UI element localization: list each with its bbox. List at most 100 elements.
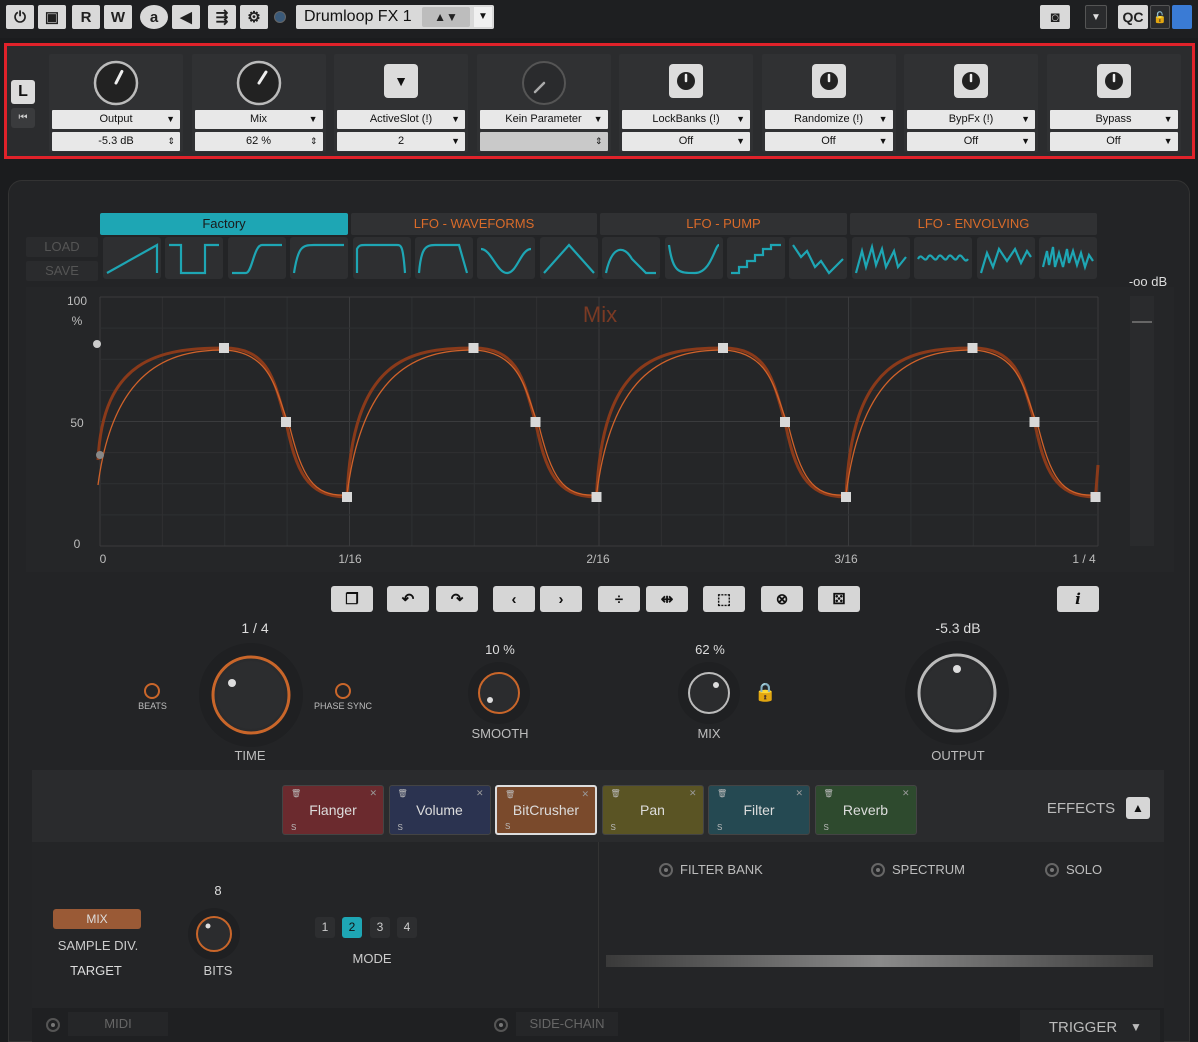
mode-4-button[interactable]: 4 [397,917,417,938]
solo-icon[interactable]: S [717,823,722,832]
curve-node [718,343,728,353]
curve-node [468,343,479,353]
time-value: 1 / 4 [241,620,269,636]
phase-sync-label: PHASE SYNC [313,701,373,711]
filter-bank-radio-icon[interactable] [659,863,673,877]
lock-icon[interactable]: 🔒 [754,682,776,703]
effect-slot-reverb[interactable]: 🗑 ✕ Reverb S [814,785,917,835]
meter-label: -oo dB [1128,274,1168,289]
beats-label: BEATS [138,701,167,711]
midi-radio-icon[interactable] [46,1018,60,1032]
midi-button[interactable]: MIDI [68,1012,168,1036]
compress-vertical-icon[interactable]: ÷ [598,586,640,612]
close-icon[interactable]: ✕ [795,788,803,799]
trash-icon[interactable]: 🗑 [291,789,301,798]
undo-icon[interactable]: ↶ [387,586,429,612]
curve-node [841,492,851,502]
beats-radio-icon[interactable] [144,683,160,699]
x-label-1-16: 1/16 [338,552,362,566]
effect-slot-bitcrusher[interactable]: 🗑 ✕ BitCrusher S [495,785,597,835]
effect-slot-volume[interactable]: 🗑 ✕ Volume S [388,785,491,835]
curve-node [591,492,602,502]
x-label-3-16: 3/16 [834,552,858,566]
output-knob[interactable] [902,638,1012,748]
mode-label: MODE [352,951,392,966]
lfo-curve [96,346,1100,499]
time-label: TIME [234,748,266,763]
lfo-graph[interactable] [0,0,1198,600]
trash-icon[interactable]: 🗑 [611,789,621,798]
trash-icon[interactable]: 🗑 [824,789,834,798]
trash-icon[interactable]: 🗑 [505,790,515,799]
bits-label: BITS [203,963,233,978]
solo-radio-icon[interactable] [1045,863,1059,877]
curve-node [1029,417,1040,427]
spectrum-display [606,955,1153,967]
target-sample-div-button[interactable]: SAMPLE DIV. [48,938,148,953]
filter-bank-label: FILTER BANK [680,862,763,877]
smooth-label: SMOOTH [471,726,529,741]
shift-right-icon[interactable]: › [540,586,582,612]
solo-icon[interactable]: S [824,823,829,832]
collapse-icon[interactable]: ▲ [1126,797,1150,819]
smooth-value: 10 % [485,642,515,657]
spectrum-radio-icon[interactable] [871,863,885,877]
target-mix-button[interactable]: MIX [53,909,141,929]
info-icon[interactable]: i [1057,586,1099,612]
phase-sync-radio-icon[interactable] [335,683,351,699]
x-label-2-16: 2/16 [586,552,610,566]
redo-icon[interactable]: ↷ [436,586,478,612]
side-chain-button[interactable]: SIDE-CHAIN [516,1012,618,1036]
y-label-100: 100 [66,294,88,308]
x-label-1-4: 1 / 4 [1072,552,1096,566]
shift-left-icon[interactable]: ‹ [493,586,535,612]
select-all-icon[interactable]: ⬚ [703,586,745,612]
curve-node [530,417,541,427]
curve-node [342,492,352,502]
solo-icon[interactable]: S [611,823,616,832]
output-meter [1130,296,1154,546]
curve-node [1090,492,1101,502]
solo-label: SOLO [1066,862,1103,877]
y-label-0: 0 [73,537,81,551]
mode-2-button[interactable]: 2 [342,917,362,938]
close-icon[interactable]: ✕ [476,788,484,799]
mix-knob[interactable] [676,660,742,726]
bits-knob[interactable] [186,906,242,962]
output-value: -5.3 dB [935,620,981,636]
random-dice-icon[interactable]: ⚄ [818,586,860,612]
curve-node [281,417,291,427]
solo-icon[interactable]: S [398,823,403,832]
solo-icon[interactable]: S [505,822,510,831]
mode-1-button[interactable]: 1 [315,917,335,938]
close-icon[interactable]: ✕ [369,788,377,799]
curve-node [219,343,229,353]
chevron-down-icon[interactable]: ▼ [1130,1020,1142,1034]
effect-slot-flanger[interactable]: 🗑 ✕ Flanger S [282,785,384,835]
close-icon[interactable]: ✕ [902,788,910,799]
spectrum-label: SPECTRUM [892,862,965,877]
y-label-50: 50 [70,416,84,430]
mix-value: 62 % [695,642,725,657]
y-label-unit: % [71,314,83,328]
bits-value: 8 [214,883,222,898]
side-chain-radio-icon[interactable] [494,1018,508,1032]
curve-node [967,343,978,353]
trash-icon[interactable]: 🗑 [717,789,727,798]
clear-icon[interactable]: ⊗ [761,586,803,612]
target-label: TARGET [70,963,122,978]
effect-slot-filter[interactable]: 🗑 ✕ Filter S [708,785,810,835]
time-knob[interactable] [196,640,306,750]
trash-icon[interactable]: 🗑 [398,789,408,798]
effect-slot-pan[interactable]: 🗑 ✕ Pan S [601,785,704,835]
mode-3-button[interactable]: 3 [370,917,390,938]
smooth-knob[interactable] [466,660,532,726]
copy-icon[interactable]: ❐ [331,586,373,612]
range-handle-bottom [96,451,104,459]
solo-icon[interactable]: S [291,823,296,832]
compress-horizontal-icon[interactable]: ⇹ [646,586,688,612]
close-icon[interactable]: ✕ [689,788,697,799]
effects-strip [32,770,1164,842]
close-icon[interactable]: ✕ [581,789,589,800]
curve-node [780,417,790,427]
